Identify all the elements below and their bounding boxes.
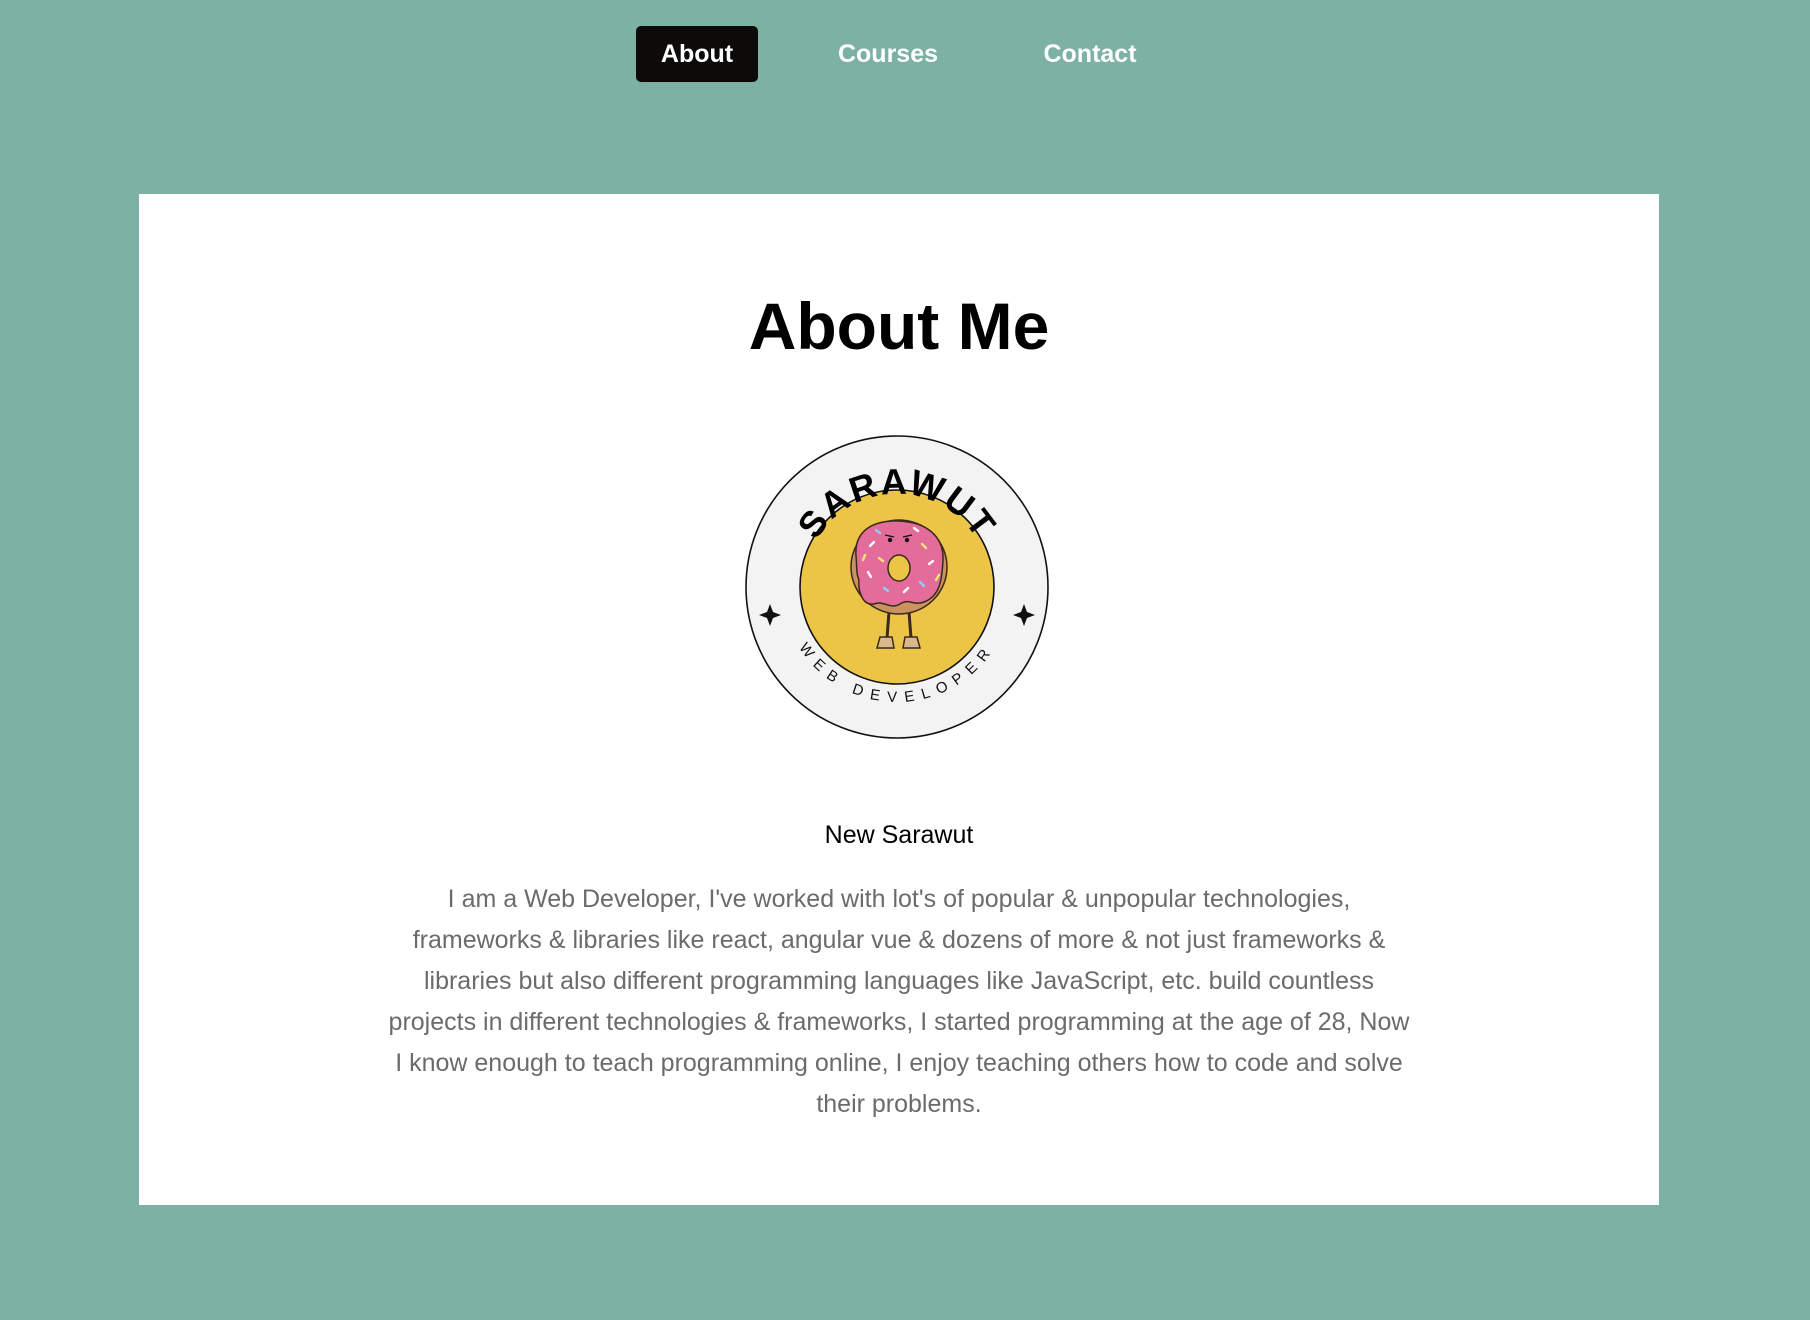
profile-name: New Sarawut [824,821,974,849]
main-nav: About Courses Contact [0,26,1810,82]
nav-courses-link[interactable]: Courses [820,26,956,82]
profile-logo: SARAWUT WEB DEVELOPER [745,435,1049,739]
nav-contact-link[interactable]: Contact [1028,26,1152,82]
about-card: About Me SARAWUT WEB DEVELOPER New Saraw… [139,194,1659,1205]
page-title: About Me [748,289,1050,363]
profile-bio: I am a Web Developer, I've worked with l… [388,885,1410,1118]
nav-about-link[interactable]: About [636,26,758,82]
